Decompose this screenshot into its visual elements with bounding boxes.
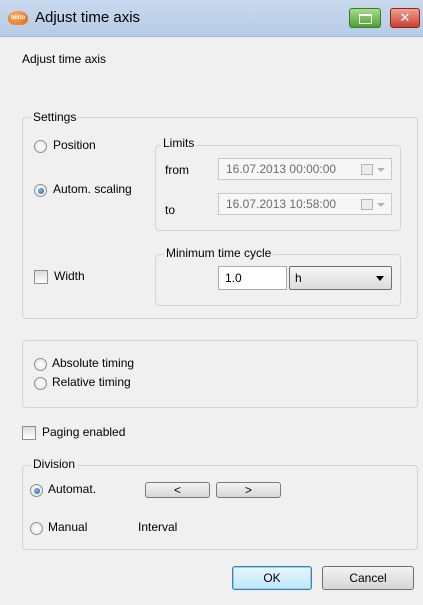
absolute-timing-radio[interactable]: [34, 358, 47, 371]
min-time-cycle-input[interactable]: 1.0: [218, 266, 287, 290]
width-checkbox-label: Width: [54, 269, 85, 283]
to-datetime-value: 16.07.2013 10:58:00: [226, 197, 337, 211]
relative-timing-label: Relative timing: [52, 375, 131, 389]
autom-scaling-radio-label: Autom. scaling: [53, 182, 132, 196]
limits-group-title: Limits: [161, 136, 197, 150]
testo-app-icon: testo: [8, 11, 28, 25]
division-group: [22, 465, 418, 550]
previous-button[interactable]: <: [145, 482, 210, 498]
dialog-heading: Adjust time axis: [22, 52, 107, 66]
automat-radio-label: Automat.: [48, 482, 97, 496]
manual-radio[interactable]: [30, 522, 43, 535]
calendar-icon[interactable]: [361, 164, 373, 175]
relative-timing-radio[interactable]: [34, 377, 47, 390]
paging-checkbox-label: Paging enabled: [42, 425, 126, 439]
paging-checkbox[interactable]: [22, 426, 36, 440]
to-datetime-field[interactable]: 16.07.2013 10:58:00: [218, 193, 392, 215]
time-unit-select[interactable]: h: [289, 266, 392, 290]
position-radio-label: Position: [53, 138, 96, 152]
settings-group-title: Settings: [31, 110, 79, 124]
from-datetime-field[interactable]: 16.07.2013 00:00:00: [218, 158, 392, 180]
absolute-timing-label: Absolute timing: [52, 356, 135, 370]
window-title: Adjust time axis: [35, 9, 141, 26]
ok-button[interactable]: OK: [232, 566, 312, 590]
title-bar[interactable]: testo Adjust time axis ✕: [0, 0, 423, 37]
from-label: from: [165, 163, 189, 177]
chevron-down-icon[interactable]: [377, 203, 385, 207]
manual-radio-label: Manual: [48, 520, 88, 534]
next-button[interactable]: >: [216, 482, 281, 498]
minimize-icon[interactable]: [349, 8, 381, 28]
to-label: to: [165, 203, 176, 217]
chevron-down-icon: [376, 276, 384, 281]
interval-label: Interval: [138, 520, 178, 534]
min-time-cycle-group-title: Minimum time cycle: [164, 246, 274, 260]
cancel-button[interactable]: Cancel: [322, 566, 414, 590]
division-group-title: Division: [31, 457, 78, 471]
time-unit-value: h: [295, 271, 302, 285]
chevron-down-icon[interactable]: [377, 168, 385, 172]
automat-radio[interactable]: [30, 484, 43, 497]
from-datetime-value: 16.07.2013 00:00:00: [226, 162, 337, 176]
min-time-cycle-value: 1.0: [225, 271, 242, 285]
width-checkbox[interactable]: [34, 270, 48, 284]
autom-scaling-radio[interactable]: [34, 184, 47, 197]
timing-group: [22, 340, 418, 408]
close-icon[interactable]: ✕: [390, 8, 420, 28]
calendar-icon[interactable]: [361, 199, 373, 210]
position-radio[interactable]: [34, 140, 47, 153]
